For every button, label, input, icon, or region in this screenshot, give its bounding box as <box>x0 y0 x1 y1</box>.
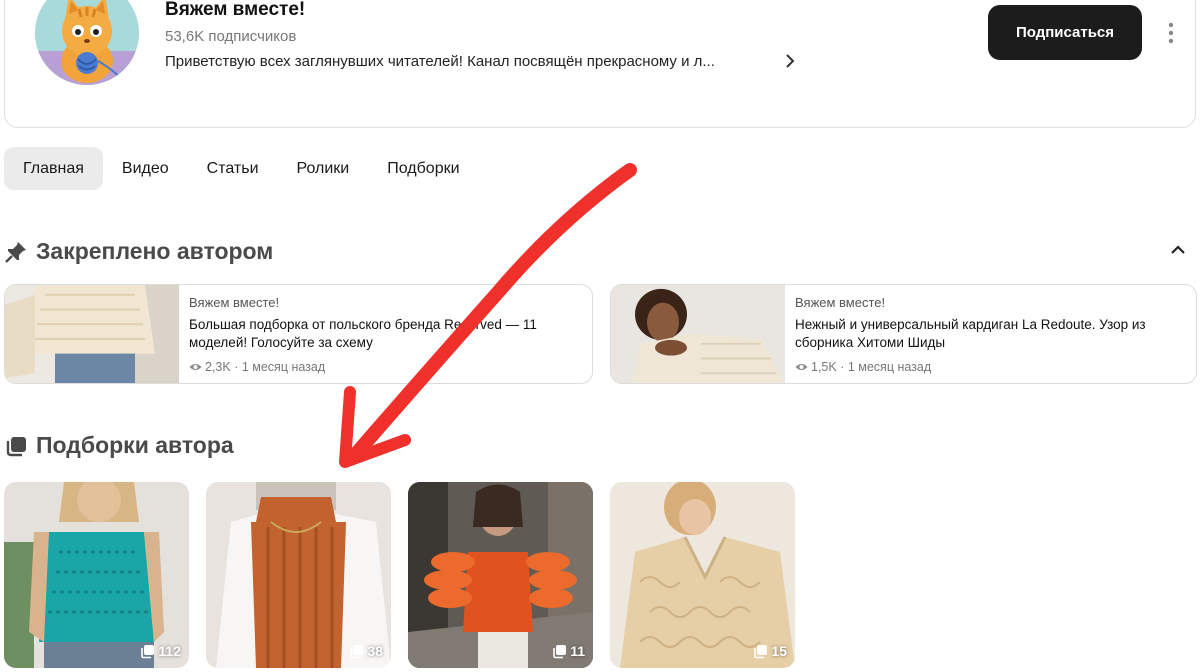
chevron-up-icon[interactable] <box>1168 240 1188 260</box>
more-options-icon[interactable] <box>1161 19 1181 47</box>
channel-avatar[interactable] <box>35 0 139 85</box>
collection-count: 112 <box>158 643 181 659</box>
channel-description[interactable]: Приветствую всех заглянувших читателей! … <box>165 53 715 70</box>
collection-thumbnail-3 <box>408 482 593 668</box>
collection-count-icon <box>141 644 155 658</box>
collection-count: 11 <box>570 643 585 659</box>
collection-card-4[interactable]: 15 <box>610 482 795 668</box>
collection-thumbnail-2 <box>206 482 391 668</box>
tab-video[interactable]: Видео <box>103 147 188 190</box>
subscribe-button[interactable]: Подписаться <box>988 5 1142 60</box>
collection-card-2[interactable]: 38 <box>206 482 391 668</box>
tab-articles[interactable]: Статьи <box>188 147 278 190</box>
collection-card-3[interactable]: 11 <box>408 482 593 668</box>
tab-main[interactable]: Главная <box>4 147 103 190</box>
pinned-card-channel[interactable]: Вяжем вместе! <box>795 295 1186 310</box>
meta-separator: · <box>230 360 242 374</box>
pinned-title-text: Закреплено автором <box>36 238 274 264</box>
collection-thumbnail-4 <box>610 482 795 668</box>
cat-knitting-avatar-icon <box>35 0 139 85</box>
pinned-card-title[interactable]: Нежный и универсальный кардиган La Redou… <box>795 316 1186 352</box>
collections-section-title: Подборки автора <box>4 432 234 459</box>
collection-thumbnail-1 <box>4 482 189 668</box>
pinned-thumbnail-1 <box>5 285 179 383</box>
channel-name[interactable]: Вяжем вместе! <box>165 0 305 21</box>
collection-count-icon <box>754 644 768 658</box>
collections-title-text: Подборки автора <box>36 432 234 458</box>
chevron-right-icon[interactable] <box>783 51 797 71</box>
subscriber-count: 53,6K подписчиков <box>165 28 297 45</box>
pinned-section-title: Закреплено автором <box>4 238 273 265</box>
collection-count: 15 <box>771 643 787 659</box>
pinned-card-time: 1 месяц назад <box>847 360 932 374</box>
pinned-card-views: 1,5K <box>811 360 837 374</box>
channel-tabs: Главная Видео Статьи Ролики Подборки <box>4 147 479 191</box>
meta-separator: · <box>836 360 848 374</box>
pinned-card-title[interactable]: Большая подборка от польского бренда Res… <box>189 316 582 352</box>
pinned-card-2[interactable]: Вяжем вместе! Нежный и универсальный кар… <box>610 284 1197 384</box>
tab-shorts[interactable]: Ролики <box>278 147 369 190</box>
pinned-card-time: 1 месяц назад <box>241 360 326 374</box>
pin-icon <box>5 241 26 263</box>
tab-collections[interactable]: Подборки <box>368 147 478 190</box>
pinned-card-1[interactable]: Вяжем вместе! Большая подборка от польск… <box>4 284 593 384</box>
collection-stack-icon <box>6 436 26 456</box>
channel-header: Вяжем вместе! 53,6K подписчиков Приветст… <box>4 0 1196 128</box>
collection-count-icon <box>553 644 567 658</box>
pinned-card-views: 2,3K <box>205 360 231 374</box>
collection-count-icon <box>350 644 364 658</box>
pinned-card-channel[interactable]: Вяжем вместе! <box>189 295 582 310</box>
eye-icon <box>795 364 808 370</box>
eye-icon <box>189 364 202 370</box>
collection-card-1[interactable]: 112 <box>4 482 189 668</box>
pinned-thumbnail-2 <box>611 285 785 383</box>
collection-count: 38 <box>367 643 383 659</box>
